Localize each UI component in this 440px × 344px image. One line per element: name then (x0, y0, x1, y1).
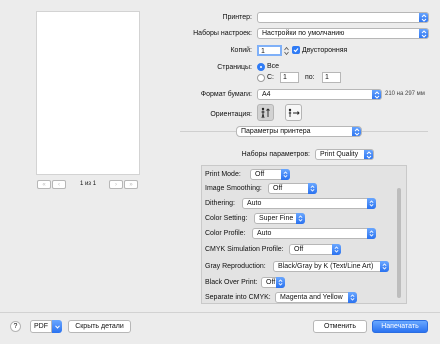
feature-label: Dithering: (205, 200, 235, 207)
feature-value: Auto (247, 200, 262, 207)
feature-label: Separate into CMYK: (205, 294, 271, 301)
first-page-button[interactable]: « (37, 180, 51, 189)
last-page-button[interactable]: » (124, 180, 138, 189)
feature-value: Off (273, 185, 283, 192)
features-panel: Print Mode: Off Image Smoothing: Off Dit… (201, 165, 407, 304)
portrait-icon (261, 107, 270, 118)
stepper-icon (283, 46, 289, 55)
chevron-updown-icon (296, 213, 305, 224)
feature-value: Magenta and Yellow (280, 294, 343, 301)
feature-popup[interactable]: Off (250, 169, 290, 180)
paper-dims: 210 на 297 мм (385, 91, 425, 97)
cancel-button[interactable]: Отменить (313, 320, 367, 333)
chevron-updown-icon (332, 244, 341, 255)
feature-popup[interactable]: Auto (242, 198, 376, 209)
next-page-button[interactable]: › (109, 180, 123, 189)
prev-page-button[interactable]: ‹ (52, 180, 66, 189)
paper-popup[interactable]: A4 (257, 89, 382, 100)
feature-sets-label: Наборы параметров: (241, 151, 310, 158)
printer-label: Принтер: (222, 14, 252, 21)
pdf-menu-arrow[interactable] (52, 320, 62, 333)
pages-label: Страницы: (217, 64, 252, 71)
section-popup[interactable]: Параметры принтера (236, 126, 362, 137)
feature-label: Print Mode: (205, 171, 241, 178)
landscape-icon (288, 108, 300, 117)
help-button[interactable]: ? (10, 321, 21, 332)
preview-nav: « ‹ 1 из 1 › » (37, 180, 139, 190)
chevron-updown-icon (364, 150, 373, 159)
pages-range-radio[interactable] (257, 74, 265, 82)
presets-popup[interactable]: Настройки по умолчанию (257, 28, 429, 39)
chevron-updown-icon (281, 169, 290, 180)
copies-label: Копий: (230, 47, 252, 54)
chevron-updown-icon (367, 228, 376, 239)
section-value: Параметры принтера (241, 128, 311, 135)
feature-popup[interactable]: Black/Gray by K (Text/Line Art) (273, 261, 389, 272)
chevron-updown-icon (348, 292, 357, 303)
feature-label: Image Smoothing: (205, 185, 262, 192)
orientation-portrait-button[interactable] (257, 104, 274, 121)
feature-popup[interactable]: Super Fine (254, 213, 305, 224)
orientation-label: Ориентация: (210, 111, 252, 118)
feature-value: Off (266, 279, 276, 286)
print-button[interactable]: Напечатать (372, 320, 428, 333)
feature-popup[interactable]: Off (289, 244, 341, 255)
page-preview (37, 12, 139, 174)
chevron-down-icon (54, 324, 60, 329)
feature-popup[interactable]: Auto (252, 228, 376, 239)
feature-sets-value: Print Quality (320, 151, 359, 158)
copies-field[interactable]: 1 (257, 45, 282, 56)
orientation-landscape-button[interactable] (285, 104, 302, 121)
help-icon: ? (13, 323, 18, 330)
feature-label: Black Over Print: (205, 279, 258, 286)
chevron-updown-icon (308, 183, 317, 194)
chevron-updown-icon (276, 277, 285, 288)
pages-all-label: Все (267, 63, 280, 70)
chevron-updown-icon (419, 29, 428, 38)
feature-value: Auto (257, 230, 272, 237)
feature-label: Gray Reproduction: (205, 263, 266, 270)
pages-to-label: по: (305, 74, 315, 81)
duplex-label: Двусторонняя (302, 47, 348, 54)
footer-divider (0, 312, 440, 313)
feature-popup[interactable]: Off (268, 183, 317, 194)
feature-value: Black/Gray by K (Text/Line Art) (278, 263, 374, 270)
chevron-updown-icon (372, 90, 381, 99)
pdf-menu[interactable]: PDF (30, 320, 62, 333)
page-indicator: 1 из 1 (79, 181, 97, 187)
hide-details-button[interactable]: Скрыть детали (68, 320, 131, 333)
pdf-label: PDF (34, 323, 48, 330)
presets-value: Настройки по умолчанию (262, 30, 345, 37)
paper-value: A4 (262, 91, 271, 98)
feature-value: Super Fine (259, 215, 294, 222)
printer-popup[interactable] (257, 12, 429, 23)
chevron-updown-icon (380, 261, 389, 272)
pages-from-field[interactable]: 1 (280, 72, 299, 83)
checkmark-icon (293, 48, 299, 53)
pages-from-label: С: (267, 74, 274, 81)
feature-label: Color Profile: (205, 230, 246, 237)
feature-popup[interactable]: Off (261, 277, 285, 288)
feature-label: CMYK Simulation Profile: (205, 246, 284, 253)
paper-label: Формат бумаги: (200, 91, 252, 98)
feature-sets-popup[interactable]: Print Quality (315, 149, 374, 160)
duplex-checkbox[interactable] (292, 46, 300, 54)
feature-value: Off (294, 246, 304, 253)
feature-label: Color Setting: (205, 215, 248, 222)
chevron-updown-icon (419, 13, 428, 22)
copies-stepper[interactable] (283, 45, 289, 56)
chevron-updown-icon (352, 127, 361, 136)
presets-label: Наборы настроек: (193, 30, 252, 37)
pages-all-radio[interactable] (257, 63, 265, 71)
feature-value: Off (255, 171, 265, 178)
pdf-button[interactable]: PDF (30, 320, 52, 333)
feature-popup[interactable]: Magenta and Yellow (275, 292, 357, 303)
pages-to-field[interactable]: 1 (322, 72, 341, 83)
features-scrollbar[interactable] (397, 188, 401, 298)
chevron-updown-icon (367, 198, 376, 209)
